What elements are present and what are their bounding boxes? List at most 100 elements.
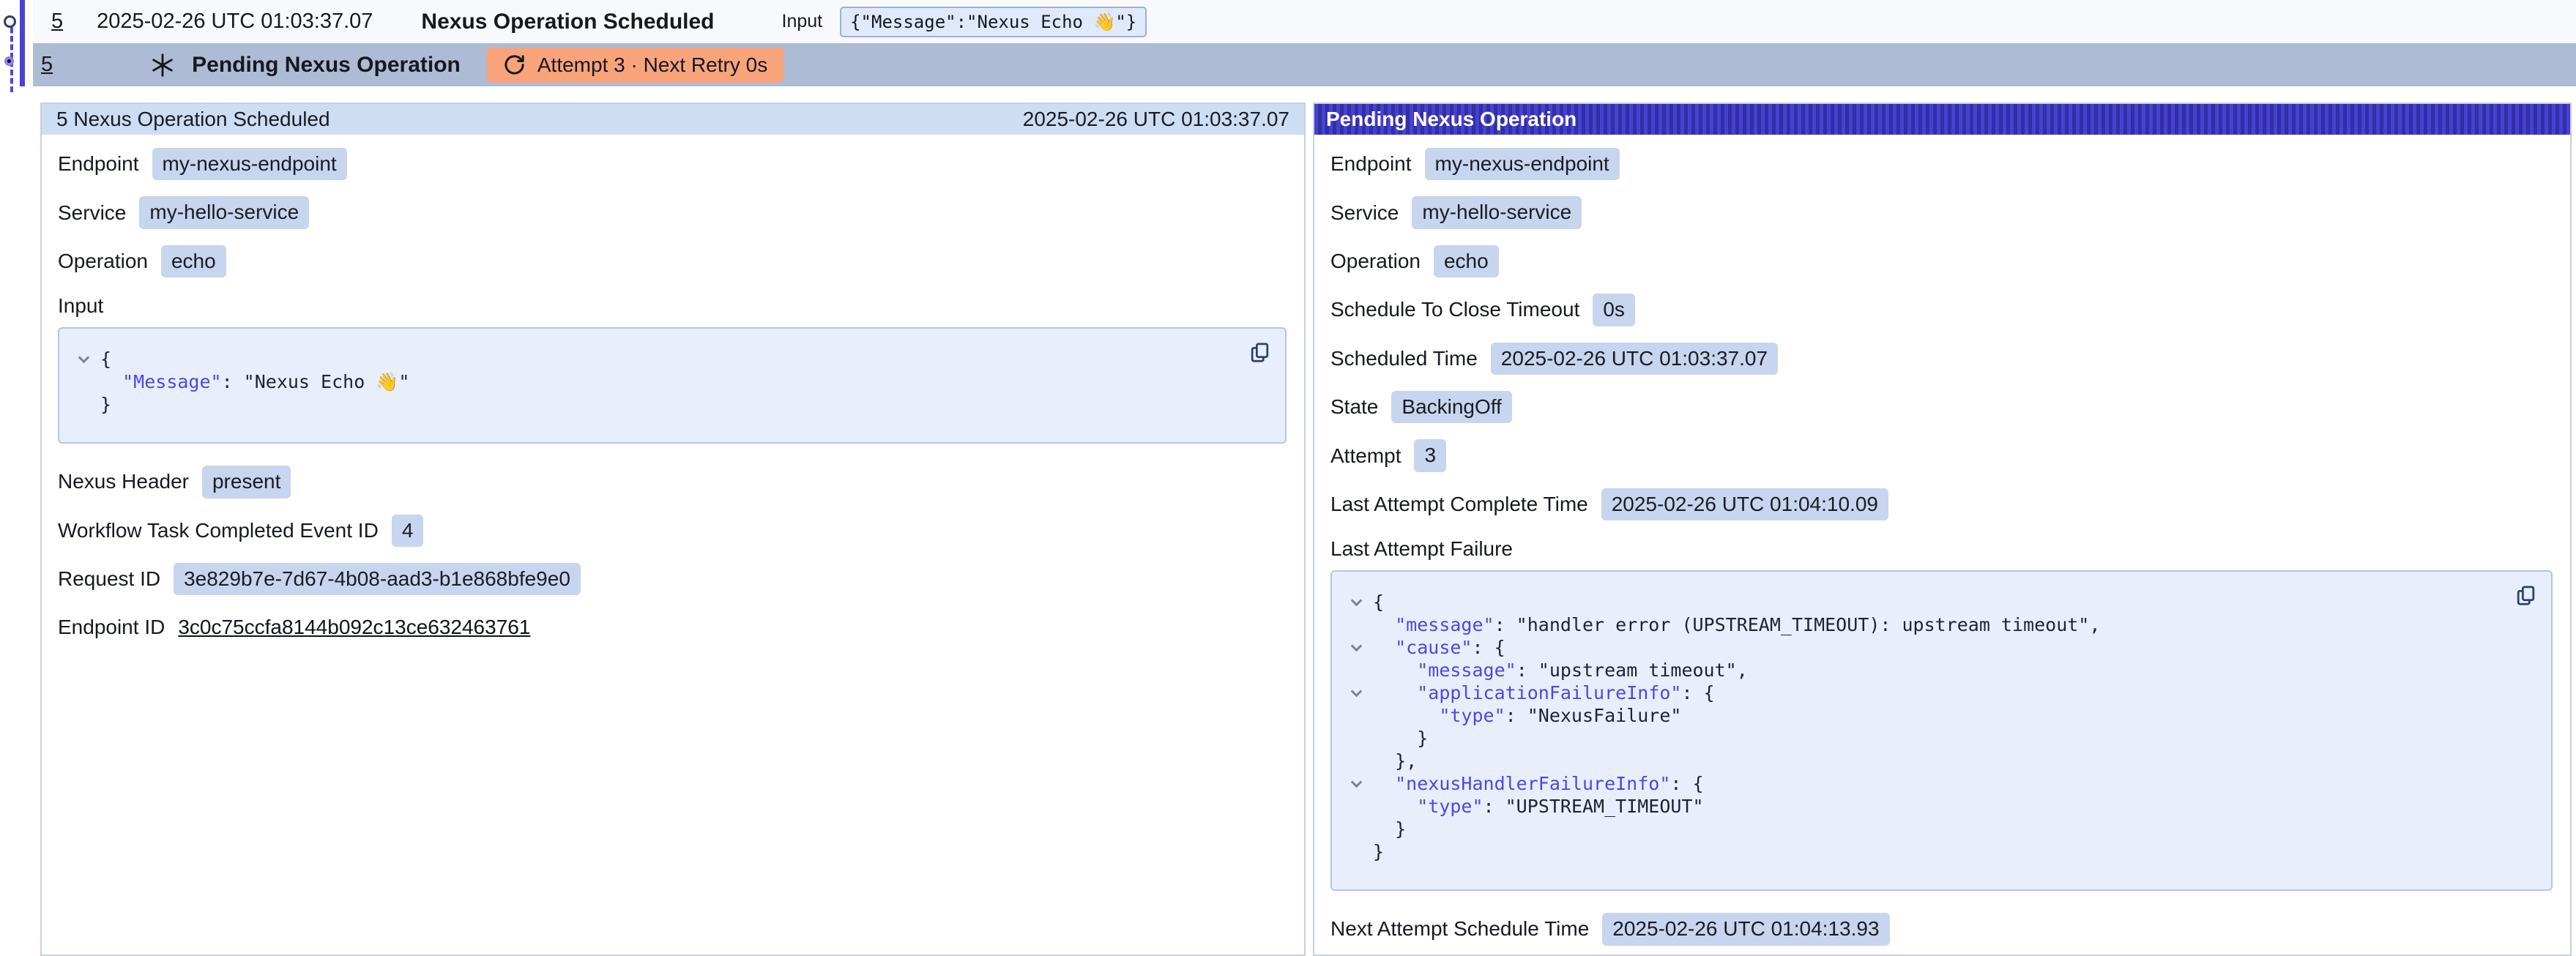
chevron-down-icon — [78, 351, 89, 363]
json-line: { — [1339, 591, 2490, 613]
chevron-down-icon — [1350, 776, 1362, 788]
json-line: "cause": { — [1339, 636, 2490, 659]
right-panel-header: Pending Nexus Operation — [1314, 104, 2570, 135]
retry-status-badge: Attempt 3 · Next Retry 0s — [487, 48, 783, 83]
left-panel-timestamp: 2025-02-26 UTC 01:03:37.07 — [1023, 108, 1289, 131]
field-label: Service — [58, 201, 126, 225]
chevron-down-icon — [1350, 640, 1362, 651]
timeline-marker-open-circle — [4, 15, 16, 28]
field-operation: Operation echo — [58, 245, 1287, 277]
field-input-label: Input — [58, 294, 1287, 318]
field-request-id: Request ID 3e829b7e-7d67-4b08-aad3-b1e86… — [58, 563, 1287, 595]
chevron-down-icon — [1350, 685, 1362, 697]
field-next-attempt-schedule-time: Next Attempt Schedule Time 2025-02-26 UT… — [1330, 913, 2553, 945]
event-row-pending-nexus-operation[interactable]: 5 Pending Nexus Operation Attempt 3 · Ne… — [33, 43, 2576, 86]
field-label: Service — [1330, 201, 1399, 225]
endpoint-id-link[interactable]: 3c0c75ccfa8144b092c13ce632463761 — [178, 616, 530, 639]
field-value-badge: my-nexus-endpoint — [152, 148, 347, 180]
field-label: Attempt — [1330, 444, 1401, 468]
field-value-badge: 3e829b7e-7d67-4b08-aad3-b1e868bfe9e0 — [174, 563, 581, 595]
rotate-cw-icon — [503, 53, 526, 76]
panel-pending-nexus-operation: Pending Nexus Operation Endpoint my-nexu… — [1313, 102, 2572, 956]
field-state: State BackingOff — [1330, 391, 2553, 423]
collapse-toggle[interactable] — [1339, 636, 1373, 659]
timeline-marker-filled-circle — [4, 56, 14, 66]
event-history-rows: 5 2025-02-26 UTC 01:03:37.07 Nexus Opera… — [33, 0, 2576, 86]
field-label: Endpoint — [58, 152, 139, 176]
field-value-badge: present — [202, 466, 291, 498]
field-last-attempt-complete-time: Last Attempt Complete Time 2025-02-26 UT… — [1330, 488, 2553, 520]
right-panel-title: Pending Nexus Operation — [1326, 108, 1577, 131]
field-schedule-to-close-timeout: Schedule To Close Timeout 0s — [1330, 294, 2553, 326]
chevron-down-icon — [1350, 594, 1362, 606]
panel-nexus-operation-scheduled: 5 Nexus Operation Scheduled 2025-02-26 U… — [40, 102, 1306, 956]
copy-button[interactable] — [2514, 583, 2538, 608]
pending-spinner-icon — [149, 52, 176, 78]
field-value-badge: 0s — [1593, 294, 1635, 326]
field-label: Schedule To Close Timeout — [1330, 298, 1579, 321]
field-label: Endpoint — [1330, 152, 1412, 176]
field-label: Request ID — [58, 567, 160, 591]
json-line: "applicationFailureInfo": { — [1339, 681, 2490, 704]
field-label: Scheduled Time — [1330, 347, 1478, 370]
json-line: "nexusHandlerFailureInfo": { — [1339, 772, 2490, 795]
json-line: "Message": "Nexus Echo 👋" — [67, 370, 1224, 393]
field-value-badge: echo — [161, 245, 226, 277]
collapse-toggle[interactable] — [1339, 681, 1373, 704]
field-label: Nexus Header — [58, 470, 189, 493]
field-scheduled-time: Scheduled Time 2025-02-26 UTC 01:03:37.0… — [1330, 343, 2553, 375]
field-value-badge: my-hello-service — [1412, 196, 1582, 228]
field-endpoint-id: Endpoint ID 3c0c75ccfa8144b092c13ce63246… — [58, 611, 1287, 643]
event-id-link[interactable]: 5 — [51, 10, 63, 34]
copy-pages-icon — [2514, 583, 2538, 608]
pending-event-title: Pending Nexus Operation — [192, 53, 461, 78]
json-line: } — [1339, 727, 2490, 750]
field-value-badge: 2025-02-26 UTC 01:04:13.93 — [1602, 913, 1889, 945]
field-service: Service my-hello-service — [1330, 196, 2553, 228]
field-value-badge: echo — [1434, 245, 1499, 277]
json-line: "type": "UPSTREAM_TIMEOUT" — [1339, 795, 2490, 818]
field-label: Workflow Task Completed Event ID — [58, 519, 379, 542]
collapse-toggle[interactable] — [67, 348, 100, 370]
input-label: Input — [782, 11, 823, 32]
event-timestamp: 2025-02-26 UTC 01:03:37.07 — [97, 10, 373, 34]
field-label: Endpoint ID — [58, 616, 165, 639]
copy-pages-icon — [1248, 340, 1272, 365]
field-operation: Operation echo — [1330, 245, 2553, 277]
field-value-badge: my-nexus-endpoint — [1425, 148, 1620, 180]
event-row-nexus-operation-scheduled[interactable]: 5 2025-02-26 UTC 01:03:37.07 Nexus Opera… — [33, 0, 2576, 43]
field-label: Next Attempt Schedule Time — [1330, 917, 1589, 941]
field-value-badge: BackingOff — [1391, 391, 1511, 423]
field-label: Operation — [1330, 250, 1421, 273]
left-panel-title: 5 Nexus Operation Scheduled — [56, 108, 330, 131]
json-line: } — [67, 393, 1224, 416]
field-endpoint: Endpoint my-nexus-endpoint — [1330, 148, 2553, 180]
event-id-link[interactable]: 5 — [41, 53, 53, 77]
json-line: "message": "upstream timeout", — [1339, 659, 2490, 681]
field-workflow-task-completed-event-id: Workflow Task Completed Event ID 4 — [58, 515, 1287, 547]
failure-json-viewer: { "message": "handler error (UPSTREAM_TI… — [1330, 570, 2553, 891]
copy-button[interactable] — [1248, 340, 1272, 365]
field-service: Service my-hello-service — [58, 196, 1287, 228]
timeline-active-indicator-bar — [20, 0, 25, 86]
json-line: "message": "handler error (UPSTREAM_TIME… — [1339, 613, 2490, 636]
field-nexus-header: Nexus Header present — [58, 466, 1287, 498]
collapse-toggle[interactable] — [1339, 772, 1373, 795]
right-panel-content: Endpoint my-nexus-endpoint Service my-he… — [1314, 135, 2570, 955]
field-label: Operation — [58, 250, 148, 273]
input-payload-chip: {"Message":"Nexus Echo 👋"} — [840, 7, 1147, 37]
field-value-badge: 2025-02-26 UTC 01:04:10.09 — [1601, 488, 1888, 520]
event-title: Nexus Operation Scheduled — [421, 10, 714, 34]
field-label: State — [1330, 395, 1378, 419]
json-line: } — [1339, 840, 2490, 863]
left-panel-content: Endpoint my-nexus-endpoint Service my-he… — [42, 135, 1304, 677]
collapse-toggle[interactable] — [1339, 591, 1373, 613]
field-endpoint: Endpoint my-nexus-endpoint — [58, 148, 1287, 180]
json-line: { — [67, 348, 1224, 370]
field-last-attempt-failure-label: Last Attempt Failure — [1330, 537, 2553, 561]
json-line: "type": "NexusFailure" — [1339, 704, 2490, 727]
left-panel-header: 5 Nexus Operation Scheduled 2025-02-26 U… — [42, 104, 1304, 135]
field-attempt: Attempt 3 — [1330, 439, 2553, 471]
field-value-badge: 2025-02-26 UTC 01:03:37.07 — [1491, 343, 1778, 375]
field-value-badge: my-hello-service — [139, 196, 309, 228]
